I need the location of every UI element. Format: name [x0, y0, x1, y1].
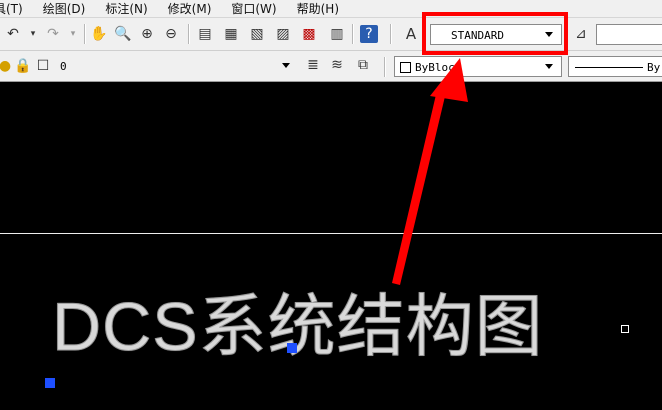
drawing-canvas[interactable]: DCS系统结构图 — [0, 82, 662, 410]
chevron-down-icon — [545, 64, 553, 69]
dimension-style-icon[interactable]: ⊿ — [572, 25, 590, 43]
text-style-icon[interactable]: A — [402, 25, 420, 43]
menu-tools[interactable]: 具(T) — [0, 0, 23, 17]
layers-toolbar: ● 🔒 ☐ 0 ≣ ≋ ⧉ ByBlock By — [0, 51, 662, 82]
toolbar-separator — [352, 24, 354, 44]
grip-point[interactable] — [287, 343, 297, 353]
menu-window[interactable]: 窗口(W) — [231, 0, 276, 17]
tool-palettes-icon[interactable]: ▧ — [248, 25, 266, 43]
toolbar-separator — [84, 24, 86, 44]
grip-point[interactable] — [621, 325, 629, 333]
layer-state-icon[interactable]: ● — [0, 57, 14, 75]
zoom-realtime-icon[interactable]: 🔍 — [114, 25, 132, 43]
linetype-preview — [575, 67, 643, 68]
color-combo[interactable]: ByBlock — [394, 56, 562, 77]
layer-properties-icon[interactable]: ≣ — [304, 56, 322, 74]
undo-dropdown-icon[interactable]: ▾ — [24, 25, 42, 43]
layer-previous-icon[interactable]: ⧉ — [354, 56, 372, 74]
color-swatch — [400, 62, 411, 73]
chevron-down-icon — [282, 63, 290, 68]
layer-value: 0 — [60, 60, 67, 73]
menu-help[interactable]: 帮助(H) — [297, 0, 339, 17]
color-value: ByBlock — [415, 61, 462, 74]
drawing-text[interactable]: DCS系统结构图 — [52, 287, 544, 367]
pan-icon[interactable]: ✋ — [90, 25, 108, 43]
menu-draw[interactable]: 绘图(D) — [43, 0, 86, 17]
lock-icon[interactable]: 🔒 — [14, 57, 32, 75]
calculator-icon[interactable]: ▥ — [328, 25, 346, 43]
annotation-highlight-box — [422, 12, 568, 55]
toolbar-separator — [384, 57, 386, 77]
dimension-style-combo[interactable] — [596, 24, 662, 45]
make-current-layer-icon[interactable]: ≋ — [328, 56, 346, 74]
zoom-window-icon[interactable]: ⊕ — [138, 25, 156, 43]
design-center-icon[interactable]: ▦ — [222, 25, 240, 43]
grip-point[interactable] — [45, 378, 55, 388]
undo-icon[interactable]: ↶ — [4, 25, 22, 43]
toolbar-separator — [390, 24, 392, 44]
linetype-value: By — [647, 61, 661, 74]
redo-icon[interactable]: ↷ — [44, 25, 62, 43]
menu-dimension[interactable]: 标注(N) — [105, 0, 147, 17]
layer-combo[interactable]: 0 — [46, 56, 298, 77]
zoom-previous-icon[interactable]: ⊖ — [162, 25, 180, 43]
menu-modify[interactable]: 修改(M) — [168, 0, 212, 17]
linetype-combo[interactable]: By — [568, 56, 662, 77]
toolbar-separator — [188, 24, 190, 44]
horizontal-line[interactable] — [0, 233, 662, 234]
sheet-set-icon[interactable]: ▨ — [274, 25, 292, 43]
redo-dropdown-icon[interactable]: ▾ — [64, 25, 82, 43]
help-icon[interactable]: ? — [360, 25, 378, 43]
properties-icon[interactable]: ▤ — [196, 25, 214, 43]
markup-icon[interactable]: ▩ — [300, 25, 318, 43]
